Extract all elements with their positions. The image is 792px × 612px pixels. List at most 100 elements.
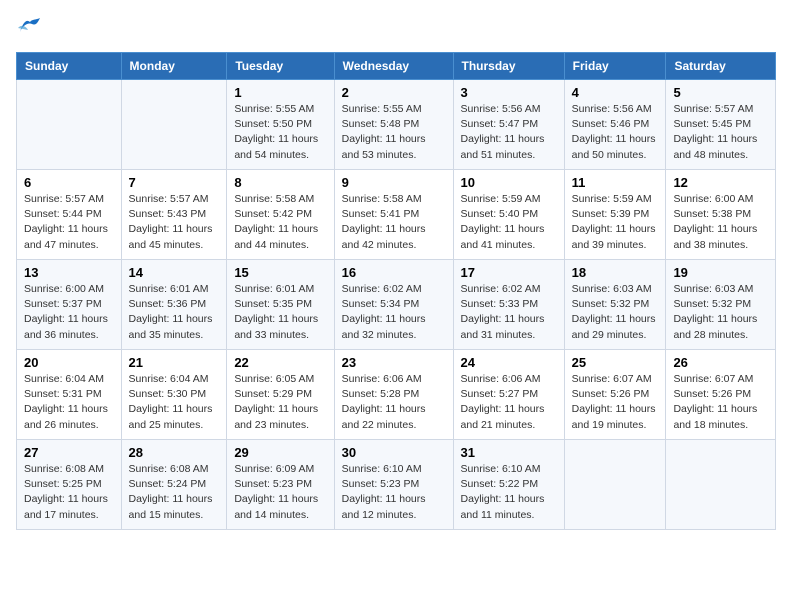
calendar-cell — [121, 80, 227, 170]
calendar-cell: 10Sunrise: 5:59 AMSunset: 5:40 PMDayligh… — [453, 170, 564, 260]
calendar-cell: 7 Sunrise: 5:57 AMSunset: 5:43 PMDaylight… — [121, 170, 227, 260]
calendar-cell: 8Sunrise: 5:58 AMSunset: 5:42 PMDaylight… — [227, 170, 334, 260]
calendar-cell: 16 Sunrise: 6:02 AMSunset: 5:34 PMDayligh… — [334, 260, 453, 350]
day-info: Sunrise: 5:56 AMSunset: 5:47 PMDaylight:… — [461, 102, 557, 163]
calendar-cell: 20 Sunrise: 6:04 AMSunset: 5:31 PMDayligh… — [17, 350, 122, 440]
day-info: Sunrise: 5:58 AMSunset: 5:41 PMDaylight:… — [342, 192, 446, 253]
day-number: 9 — [342, 175, 446, 190]
day-number: 3 — [461, 85, 557, 100]
day-number: 21 — [129, 355, 220, 370]
day-number: 25 — [572, 355, 659, 370]
calendar-cell: 28 Sunrise: 6:08 AMSunset: 5:24 PMDayligh… — [121, 440, 227, 530]
day-number: 28 — [129, 445, 220, 460]
day-info: Sunrise: 5:59 AMSunset: 5:39 PMDaylight:… — [572, 192, 659, 253]
day-number: 16 — [342, 265, 446, 280]
header-tuesday: Tuesday — [227, 53, 334, 80]
day-info: Sunrise: 6:07 AMSunset: 5:26 PMDaylight:… — [673, 372, 768, 433]
day-number: 10 — [461, 175, 557, 190]
calendar-cell: 25 Sunrise: 6:07 AMSunset: 5:26 PMDayligh… — [564, 350, 666, 440]
day-number: 24 — [461, 355, 557, 370]
day-number: 5 — [673, 85, 768, 100]
page-header — [16, 16, 776, 40]
calendar-cell: 9 Sunrise: 5:58 AMSunset: 5:41 PMDaylight… — [334, 170, 453, 260]
day-info: Sunrise: 5:56 AMSunset: 5:46 PMDaylight:… — [572, 102, 659, 163]
day-info: Sunrise: 6:03 AMSunset: 5:32 PMDaylight:… — [572, 282, 659, 343]
day-number: 30 — [342, 445, 446, 460]
logo — [16, 16, 40, 40]
day-info: Sunrise: 6:07 AMSunset: 5:26 PMDaylight:… — [572, 372, 659, 433]
day-number: 29 — [234, 445, 326, 460]
calendar-week-row: 27Sunrise: 6:08 AMSunset: 5:25 PMDayligh… — [17, 440, 776, 530]
day-info: Sunrise: 6:01 AMSunset: 5:36 PMDaylight:… — [129, 282, 220, 343]
day-info: Sunrise: 5:58 AMSunset: 5:42 PMDaylight:… — [234, 192, 326, 253]
calendar-cell: 4 Sunrise: 5:56 AMSunset: 5:46 PMDaylight… — [564, 80, 666, 170]
calendar-cell: 11 Sunrise: 5:59 AMSunset: 5:39 PMDayligh… — [564, 170, 666, 260]
day-info: Sunrise: 6:06 AMSunset: 5:28 PMDaylight:… — [342, 372, 446, 433]
day-number: 22 — [234, 355, 326, 370]
day-number: 4 — [572, 85, 659, 100]
day-number: 17 — [461, 265, 557, 280]
day-number: 2 — [342, 85, 446, 100]
calendar-cell: 14 Sunrise: 6:01 AMSunset: 5:36 PMDayligh… — [121, 260, 227, 350]
day-number: 19 — [673, 265, 768, 280]
day-number: 23 — [342, 355, 446, 370]
calendar-week-row: 6Sunrise: 5:57 AMSunset: 5:44 PMDaylight… — [17, 170, 776, 260]
day-info: Sunrise: 6:08 AMSunset: 5:24 PMDaylight:… — [129, 462, 220, 523]
day-number: 11 — [572, 175, 659, 190]
calendar-cell: 31 Sunrise: 6:10 AMSunset: 5:22 PMDayligh… — [453, 440, 564, 530]
calendar-cell: 13 Sunrise: 6:00 AMSunset: 5:37 PMDayligh… — [17, 260, 122, 350]
day-number: 13 — [24, 265, 114, 280]
calendar-cell: 19 Sunrise: 6:03 AMSunset: 5:32 PMDayligh… — [666, 260, 776, 350]
day-number: 20 — [24, 355, 114, 370]
day-info: Sunrise: 6:02 AMSunset: 5:33 PMDaylight:… — [461, 282, 557, 343]
header-wednesday: Wednesday — [334, 53, 453, 80]
day-info: Sunrise: 6:05 AMSunset: 5:29 PMDaylight:… — [234, 372, 326, 433]
day-info: Sunrise: 6:06 AMSunset: 5:27 PMDaylight:… — [461, 372, 557, 433]
day-info: Sunrise: 5:55 AMSunset: 5:50 PMDaylight:… — [234, 102, 326, 163]
day-info: Sunrise: 5:57 AMSunset: 5:43 PMDaylight:… — [129, 192, 220, 253]
day-info: Sunrise: 6:04 AMSunset: 5:31 PMDaylight:… — [24, 372, 114, 433]
calendar-cell: 1 Sunrise: 5:55 AMSunset: 5:50 PMDaylight… — [227, 80, 334, 170]
logo-bird-icon — [18, 16, 40, 34]
day-info: Sunrise: 6:03 AMSunset: 5:32 PMDaylight:… — [673, 282, 768, 343]
header-saturday: Saturday — [666, 53, 776, 80]
day-info: Sunrise: 6:10 AMSunset: 5:23 PMDaylight:… — [342, 462, 446, 523]
day-number: 14 — [129, 265, 220, 280]
calendar-cell: 17 Sunrise: 6:02 AMSunset: 5:33 PMDayligh… — [453, 260, 564, 350]
calendar-cell: 23 Sunrise: 6:06 AMSunset: 5:28 PMDayligh… — [334, 350, 453, 440]
day-info: Sunrise: 6:02 AMSunset: 5:34 PMDaylight:… — [342, 282, 446, 343]
day-info: Sunrise: 6:00 AMSunset: 5:37 PMDaylight:… — [24, 282, 114, 343]
header-sunday: Sunday — [17, 53, 122, 80]
header-thursday: Thursday — [453, 53, 564, 80]
calendar-cell: 30 Sunrise: 6:10 AMSunset: 5:23 PMDayligh… — [334, 440, 453, 530]
calendar-week-row: 1 Sunrise: 5:55 AMSunset: 5:50 PMDaylight… — [17, 80, 776, 170]
day-info: Sunrise: 6:10 AMSunset: 5:22 PMDaylight:… — [461, 462, 557, 523]
calendar-cell — [17, 80, 122, 170]
day-info: Sunrise: 5:55 AMSunset: 5:48 PMDaylight:… — [342, 102, 446, 163]
day-info: Sunrise: 6:04 AMSunset: 5:30 PMDaylight:… — [129, 372, 220, 433]
calendar-cell: 26 Sunrise: 6:07 AMSunset: 5:26 PMDayligh… — [666, 350, 776, 440]
day-number: 26 — [673, 355, 768, 370]
day-number: 6 — [24, 175, 114, 190]
calendar-cell: 15Sunrise: 6:01 AMSunset: 5:35 PMDayligh… — [227, 260, 334, 350]
calendar-cell: 24 Sunrise: 6:06 AMSunset: 5:27 PMDayligh… — [453, 350, 564, 440]
day-number: 27 — [24, 445, 114, 460]
header-monday: Monday — [121, 53, 227, 80]
calendar-cell: 3 Sunrise: 5:56 AMSunset: 5:47 PMDaylight… — [453, 80, 564, 170]
day-number: 7 — [129, 175, 220, 190]
calendar-table: SundayMondayTuesdayWednesdayThursdayFrid… — [16, 52, 776, 530]
day-info: Sunrise: 6:00 AMSunset: 5:38 PMDaylight:… — [673, 192, 768, 253]
header-friday: Friday — [564, 53, 666, 80]
day-number: 1 — [234, 85, 326, 100]
calendar-cell: 5 Sunrise: 5:57 AMSunset: 5:45 PMDaylight… — [666, 80, 776, 170]
calendar-cell: 22 Sunrise: 6:05 AMSunset: 5:29 PMDayligh… — [227, 350, 334, 440]
day-info: Sunrise: 5:57 AMSunset: 5:45 PMDaylight:… — [673, 102, 768, 163]
calendar-cell — [564, 440, 666, 530]
calendar-cell — [666, 440, 776, 530]
calendar-cell: 6Sunrise: 5:57 AMSunset: 5:44 PMDaylight… — [17, 170, 122, 260]
calendar-header-row: SundayMondayTuesdayWednesdayThursdayFrid… — [17, 53, 776, 80]
calendar-cell: 12 Sunrise: 6:00 AMSunset: 5:38 PMDayligh… — [666, 170, 776, 260]
day-number: 18 — [572, 265, 659, 280]
day-number: 31 — [461, 445, 557, 460]
day-number: 12 — [673, 175, 768, 190]
